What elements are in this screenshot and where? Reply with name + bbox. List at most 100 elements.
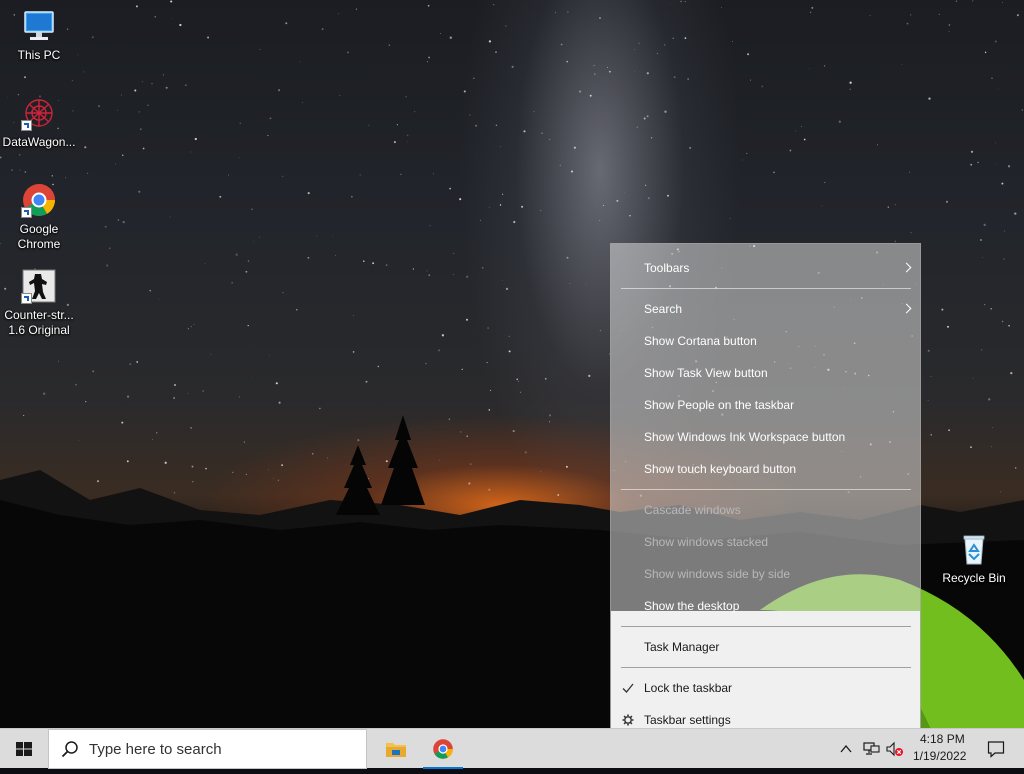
star bbox=[301, 498, 302, 500]
desktop-icon-datawagon[interactable]: DataWagon... bbox=[0, 95, 78, 150]
star bbox=[319, 407, 321, 410]
menu-item-show-cortana-button[interactable]: Show Cortana button bbox=[611, 327, 920, 355]
star bbox=[569, 283, 571, 285]
star bbox=[302, 102, 304, 104]
app-running-indicator bbox=[423, 767, 463, 769]
star bbox=[429, 224, 431, 227]
star bbox=[488, 40, 492, 43]
menu-item-show-task-view-button[interactable]: Show Task View button bbox=[611, 359, 920, 387]
star bbox=[449, 36, 452, 39]
star bbox=[489, 206, 490, 208]
star bbox=[500, 146, 501, 148]
star bbox=[910, 231, 912, 234]
star bbox=[75, 383, 77, 386]
star bbox=[990, 446, 992, 448]
star bbox=[663, 44, 666, 46]
star bbox=[513, 220, 516, 224]
star bbox=[565, 465, 568, 468]
clock[interactable]: 4:18 PM 1/19/2022 bbox=[908, 729, 972, 769]
star bbox=[588, 374, 591, 378]
star bbox=[540, 471, 542, 472]
star bbox=[347, 51, 350, 54]
menu-item-search[interactable]: Search bbox=[611, 295, 920, 323]
desktop-icon-label: This PC bbox=[17, 48, 61, 62]
star bbox=[910, 14, 912, 16]
star bbox=[992, 427, 993, 428]
star bbox=[406, 141, 408, 143]
star bbox=[481, 266, 484, 269]
star bbox=[368, 124, 370, 126]
star bbox=[747, 53, 750, 56]
recycle-bin-icon bbox=[956, 531, 992, 567]
star bbox=[1002, 2, 1003, 3]
star bbox=[448, 418, 451, 420]
taskbar-app-google-chrome[interactable] bbox=[419, 729, 467, 769]
desktop-icon-this-pc[interactable]: This PC bbox=[0, 8, 78, 63]
menu-item-label: Task Manager bbox=[644, 640, 720, 654]
star bbox=[647, 197, 650, 200]
star bbox=[235, 253, 238, 256]
star bbox=[251, 208, 253, 210]
star bbox=[489, 389, 492, 392]
menu-separator bbox=[621, 667, 911, 668]
star bbox=[149, 289, 151, 292]
star bbox=[169, 216, 171, 218]
chevron-right-icon bbox=[901, 303, 912, 314]
star bbox=[393, 141, 396, 144]
star bbox=[413, 110, 416, 113]
chevron-up-icon bbox=[840, 744, 852, 753]
star bbox=[466, 435, 469, 438]
star bbox=[461, 368, 463, 370]
star bbox=[1001, 182, 1004, 185]
menu-item-lock-the-taskbar[interactable]: Lock the taskbar bbox=[611, 674, 920, 702]
datawagon-icon bbox=[21, 95, 57, 131]
star bbox=[995, 163, 996, 165]
taskbar-app-file-explorer[interactable] bbox=[371, 729, 419, 769]
menu-item-show-touch-keyboard[interactable]: Show touch keyboard button bbox=[611, 455, 920, 483]
star bbox=[449, 187, 451, 190]
show-hidden-icons-button[interactable] bbox=[838, 741, 854, 757]
taskbar[interactable]: Type here to search 4:18 PM 1/19/2022 bbox=[0, 728, 1024, 769]
star bbox=[427, 4, 430, 7]
star bbox=[567, 11, 569, 13]
star bbox=[355, 8, 358, 10]
star bbox=[990, 308, 992, 310]
desktop-icon-counter-strike[interactable]: Counter-str... 1.6 Original bbox=[0, 268, 78, 338]
menu-item-show-the-desktop[interactable]: Show the desktop bbox=[611, 592, 920, 620]
star bbox=[269, 117, 272, 120]
taskbar-search-box[interactable]: Type here to search bbox=[48, 729, 367, 769]
star bbox=[624, 191, 626, 193]
star bbox=[71, 80, 73, 82]
network-status-button[interactable] bbox=[862, 741, 880, 757]
menu-item-show-ink-workspace[interactable]: Show Windows Ink Workspace button bbox=[611, 423, 920, 451]
menu-item-task-manager[interactable]: Task Manager bbox=[611, 633, 920, 661]
star bbox=[219, 195, 222, 198]
star bbox=[357, 439, 360, 442]
menu-item-show-people[interactable]: Show People on the taskbar bbox=[611, 391, 920, 419]
start-button[interactable] bbox=[0, 729, 48, 769]
menu-item-cascade-windows: Cascade windows bbox=[611, 496, 920, 524]
star bbox=[521, 205, 524, 208]
volume-button[interactable] bbox=[886, 741, 904, 757]
action-center-button[interactable] bbox=[976, 729, 1016, 769]
desktop-icon-google-chrome[interactable]: Google Chrome bbox=[0, 182, 78, 252]
star bbox=[120, 94, 122, 96]
star bbox=[23, 415, 25, 417]
star bbox=[469, 463, 472, 465]
star bbox=[439, 33, 441, 34]
menu-item-toolbars[interactable]: Toolbars bbox=[611, 254, 920, 282]
star bbox=[339, 95, 341, 96]
star bbox=[684, 37, 687, 39]
star bbox=[571, 170, 573, 173]
star bbox=[511, 65, 514, 68]
star bbox=[638, 42, 640, 44]
star bbox=[78, 440, 80, 441]
notification-icon bbox=[987, 741, 1005, 758]
desktop-icon-recycle-bin[interactable]: Recycle Bin bbox=[935, 531, 1013, 586]
star bbox=[1001, 320, 1004, 323]
star bbox=[142, 147, 145, 150]
star bbox=[439, 459, 441, 461]
star bbox=[667, 194, 669, 197]
star bbox=[541, 132, 543, 134]
star bbox=[165, 86, 168, 89]
